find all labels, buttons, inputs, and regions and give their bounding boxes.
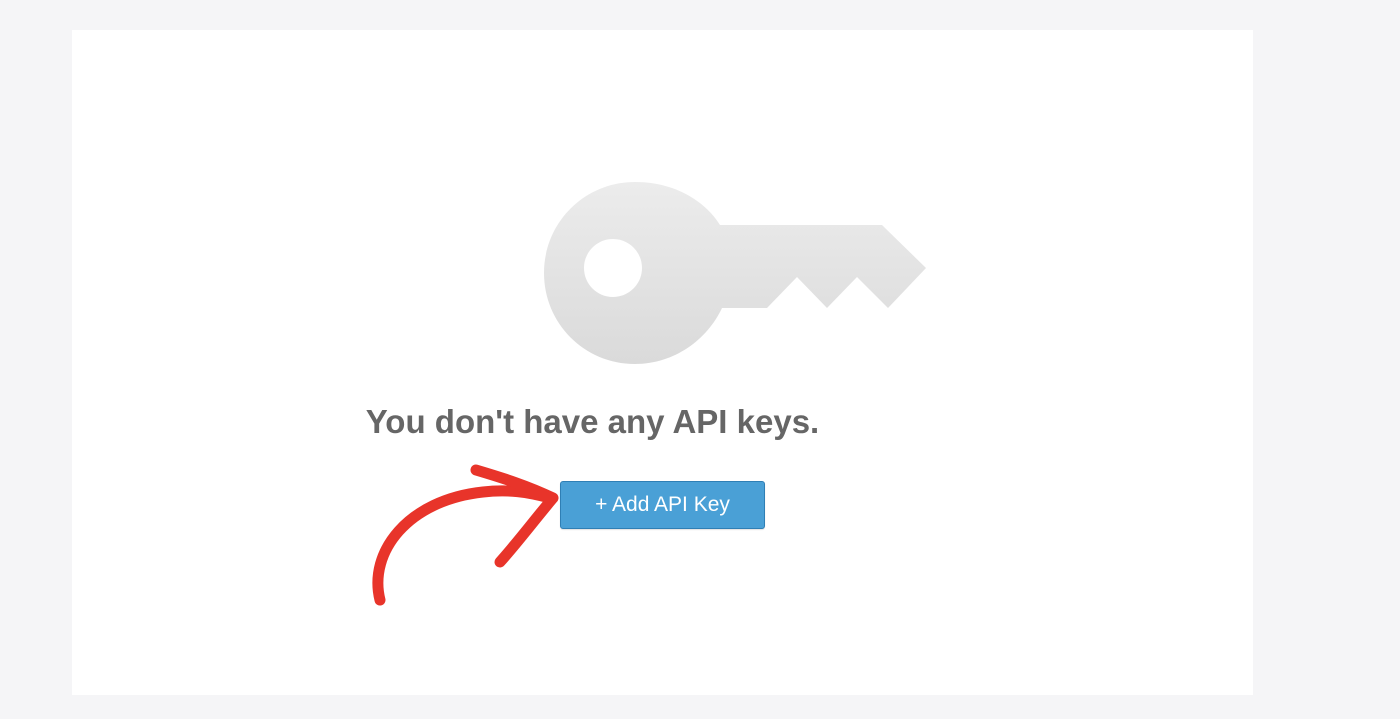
empty-state-message-text: You don't have any API keys. (365, 403, 820, 440)
red-arrow-icon (368, 462, 568, 610)
key-icon (542, 180, 928, 366)
empty-state-message: You don't have any API keys. (72, 402, 1253, 442)
add-api-key-button[interactable]: + Add API Key (560, 481, 765, 529)
page: You don't have any API keys. + Add API K… (0, 0, 1400, 719)
empty-state-card: You don't have any API keys. + Add API K… (72, 30, 1253, 695)
